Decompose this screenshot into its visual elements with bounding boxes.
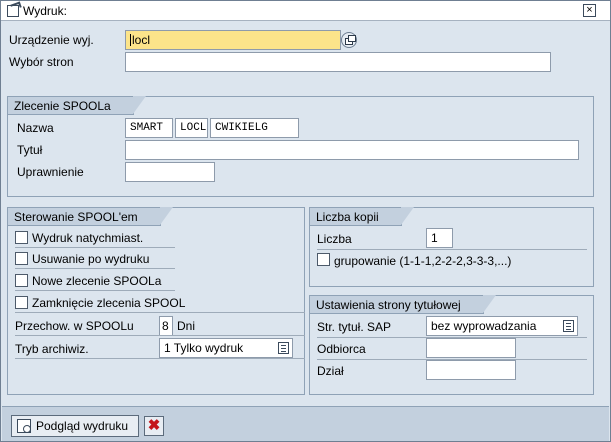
department-label: Dział	[317, 364, 344, 378]
title-bar: Wydruk: ×	[1, 1, 610, 21]
new-spool-request-label: Nowe zlecenie SPOOLa	[32, 274, 162, 288]
copies-count-input[interactable]: 1	[426, 228, 453, 248]
output-device-input[interactable]: locl	[125, 30, 341, 50]
cover-page-title: Ustawienia strony tytułowej	[310, 295, 496, 314]
retention-input[interactable]: 8	[159, 316, 173, 336]
new-spool-request-checkbox[interactable]	[15, 274, 28, 287]
name-part-3-value: CWIKIELG	[215, 122, 268, 134]
spool-request-title: Zlecenie SPOOLa	[8, 96, 146, 115]
retention-label: Przechow. w SPOOLu	[15, 319, 134, 333]
name-part-1-input[interactable]: SMART	[125, 118, 173, 138]
divider	[15, 290, 175, 291]
print-immediately-checkbox[interactable]	[15, 231, 28, 244]
cancel-button[interactable]: ✖	[144, 416, 164, 436]
recipient-label: Odbiorca	[317, 342, 366, 356]
archive-mode-value: 1 Tylko wydruk	[164, 341, 244, 355]
print-preview-icon	[17, 419, 31, 433]
name-part-1-value: SMART	[130, 122, 164, 134]
page-selection-label: Wybór stron	[9, 55, 74, 69]
collate-label: grupowanie (1-1-1,2-2-2,3-3-3,...)	[334, 254, 512, 268]
value-help-icon[interactable]	[341, 32, 357, 48]
delete-after-print-label: Usuwanie po wydruku	[32, 252, 150, 266]
recipient-input[interactable]	[426, 338, 516, 358]
authorization-input[interactable]	[125, 162, 215, 182]
divider	[15, 358, 305, 359]
output-device-value: locl	[132, 33, 151, 47]
print-preview-button[interactable]: Podgląd wydruku	[11, 415, 139, 437]
edit-window-icon	[7, 5, 19, 17]
cancel-x-icon: ✖	[147, 417, 161, 434]
spool-title-input[interactable]	[125, 140, 579, 160]
divider	[317, 249, 587, 250]
sap-cover-select[interactable]: bez wyprowadzania	[426, 316, 578, 336]
footer-toolbar: Podgląd wydruku ✖	[2, 406, 609, 441]
sap-cover-value: bez wyprowadzania	[431, 319, 537, 333]
divider	[15, 247, 175, 248]
delete-after-print-checkbox[interactable]	[15, 252, 28, 265]
divider	[15, 312, 305, 313]
close-spool-request-checkbox[interactable]	[15, 296, 28, 309]
dropdown-list-icon[interactable]	[563, 320, 574, 332]
print-immediately-label: Wydruk natychmiast.	[32, 231, 144, 245]
copies-count-value: 1	[431, 231, 438, 245]
collate-checkbox[interactable]	[317, 253, 330, 266]
text-caret	[130, 34, 131, 46]
page-selection-input[interactable]	[125, 52, 551, 72]
spool-control-title: Sterowanie SPOOL'em	[8, 207, 173, 226]
close-button[interactable]: ×	[583, 4, 596, 17]
window-title: Wydruk:	[23, 4, 67, 18]
department-input[interactable]	[426, 360, 516, 380]
archive-mode-select[interactable]: 1 Tylko wydruk	[159, 338, 293, 358]
name-part-2-value: LOCL	[180, 122, 207, 134]
name-label: Nazwa	[17, 121, 54, 135]
divider	[15, 335, 305, 336]
retention-value: 8	[162, 319, 169, 333]
copies-count-label: Liczba	[317, 232, 352, 246]
name-part-3-input[interactable]: CWIKIELG	[210, 118, 299, 138]
sap-cover-label: Str. tytuł. SAP	[317, 320, 392, 334]
retention-unit: Dni	[177, 319, 196, 333]
print-preview-label: Podgląd wydruku	[36, 419, 129, 433]
spool-title-label: Tytuł	[17, 143, 43, 157]
output-device-label: Urządzenie wyj.	[9, 33, 94, 47]
close-spool-request-label: Zamknięcie zlecenia SPOOL	[32, 296, 186, 310]
archive-mode-label: Tryb archiwiz.	[15, 342, 89, 356]
divider	[15, 268, 175, 269]
authorization-label: Uprawnienie	[17, 165, 84, 179]
print-dialog: Wydruk: × Urządzenie wyj. locl Wybór str…	[0, 0, 611, 442]
copies-title: Liczba kopii	[310, 207, 414, 226]
dropdown-list-icon[interactable]	[278, 342, 289, 354]
name-part-2-input[interactable]: LOCL	[175, 118, 208, 138]
